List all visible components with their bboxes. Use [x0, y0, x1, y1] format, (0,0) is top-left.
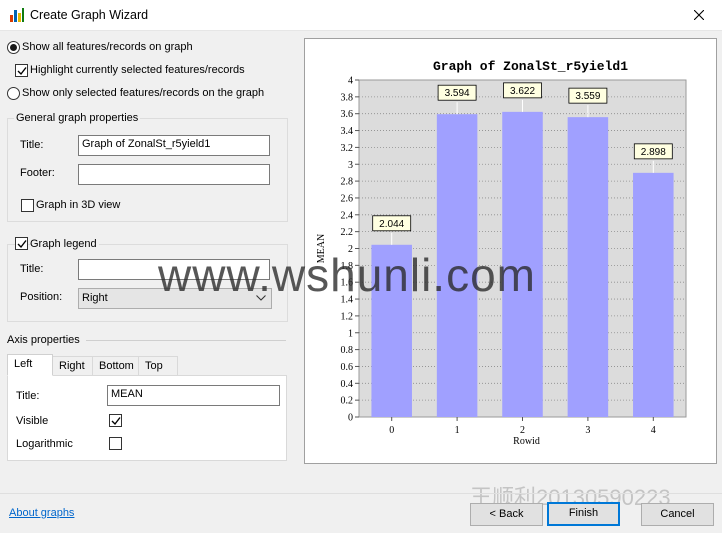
graph-3d-label: Graph in 3D view [36, 199, 121, 211]
highlight-checkbox[interactable] [15, 64, 28, 77]
bar [567, 117, 609, 418]
y-tick-label: 2.2 [341, 227, 354, 238]
check-icon [17, 67, 27, 76]
close-button[interactable] [676, 0, 722, 31]
axis-title-input[interactable]: MEAN [107, 385, 280, 406]
x-tick-label: 0 [389, 425, 394, 436]
tab-bottom[interactable]: Bottom [92, 356, 139, 376]
y-tick-label: 3.6 [341, 109, 354, 120]
x-axis-label: Rowid [513, 436, 540, 447]
y-tick-label: 3 [348, 160, 353, 171]
x-tick-label: 1 [455, 425, 460, 436]
y-tick-label: 2.8 [341, 177, 354, 188]
y-tick-label: 0 [348, 413, 353, 424]
x-tick-label: 4 [651, 425, 656, 436]
data-label: 3.559 [575, 91, 600, 102]
highlight-label: Highlight currently selected features/re… [30, 64, 245, 76]
bar [633, 172, 674, 417]
watermark-site: www.wshunli.com [158, 249, 536, 301]
cancel-button[interactable]: Cancel [641, 503, 714, 526]
finish-button[interactable]: Finish [547, 502, 620, 526]
y-tick-label: 0.6 [341, 362, 354, 373]
y-tick-label: 0.4 [341, 379, 354, 390]
show-only-radio[interactable] [7, 87, 20, 100]
y-tick-label: 3.2 [341, 143, 354, 154]
footer-divider [0, 493, 722, 494]
graph-3d-checkbox[interactable] [21, 199, 34, 212]
show-all-radio[interactable] [7, 41, 20, 54]
title-label: Title: [20, 139, 44, 151]
back-button[interactable]: < Back [470, 503, 543, 526]
y-tick-label: 1 [348, 328, 353, 339]
y-tick-label: 0.2 [341, 396, 354, 407]
chart-title: Graph of ZonalSt_r5yield1 [433, 59, 628, 74]
y-tick-label: 2.6 [341, 193, 354, 204]
close-icon [694, 10, 704, 20]
x-tick-label: 2 [520, 425, 525, 436]
axis-visible-label: Visible [16, 415, 49, 427]
check-icon [111, 417, 121, 426]
axis-properties-heading: Axis properties [7, 334, 80, 346]
graph-footer-input[interactable] [78, 164, 270, 185]
data-label: 3.594 [445, 88, 470, 99]
footer-label: Footer: [20, 167, 55, 179]
axis-log-label: Logarithmic [16, 438, 73, 450]
data-label: 2.044 [379, 219, 404, 230]
show-all-label: Show all features/records on graph [22, 41, 193, 53]
title-bar: Create Graph Wizard [0, 0, 722, 31]
about-graphs-link[interactable]: About graphs [9, 507, 74, 519]
y-tick-label: 3.8 [341, 92, 354, 103]
graph-title-input[interactable]: Graph of ZonalSt_r5yield1 [78, 135, 270, 156]
graph-legend-checkbox[interactable] [15, 237, 28, 250]
y-tick-label: 2.4 [341, 210, 354, 221]
y-tick-label: 0.8 [341, 345, 354, 356]
axis-heading-divider [86, 340, 286, 341]
data-label: 2.898 [641, 147, 666, 158]
legend-position-label: Position: [20, 291, 63, 303]
axis-visible-checkbox[interactable] [109, 414, 122, 427]
graph-app-icon [10, 8, 24, 22]
show-only-label: Show only selected features/records on t… [22, 87, 265, 99]
y-tick-label: 3.4 [341, 126, 354, 137]
window-title: Create Graph Wizard [30, 8, 149, 22]
tab-top[interactable]: Top [138, 356, 178, 376]
axis-title-label: Title: [16, 390, 40, 402]
legend-position-value: Right [82, 292, 108, 304]
legend-title-label: Title: [20, 263, 44, 275]
check-icon [17, 240, 27, 249]
tab-right[interactable]: Right [52, 356, 93, 376]
axis-logarithmic-checkbox[interactable] [109, 437, 122, 450]
tab-left[interactable]: Left [7, 354, 53, 376]
general-properties-heading: General graph properties [14, 112, 141, 124]
y-tick-label: 4 [348, 76, 353, 87]
y-tick-label: 1.2 [341, 311, 354, 322]
graph-legend-label: Graph legend [30, 238, 99, 250]
data-label: 3.622 [510, 86, 535, 97]
x-tick-label: 3 [585, 425, 590, 436]
